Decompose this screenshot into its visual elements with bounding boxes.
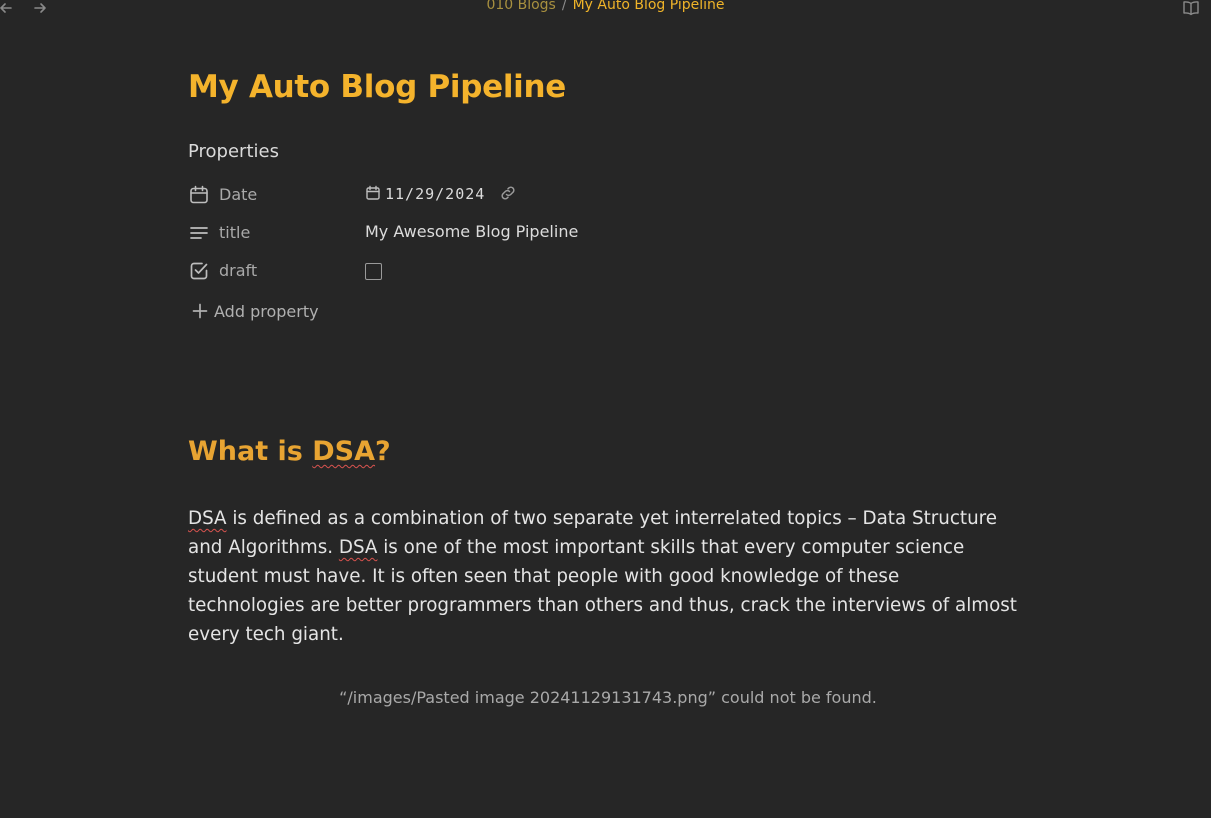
draft-checkbox[interactable]: [365, 263, 382, 280]
heading-term-spellcheck: DSA: [312, 436, 376, 467]
breadcrumb-current: My Auto Blog Pipeline: [572, 0, 725, 13]
heading-text-prefix: What is: [188, 436, 313, 467]
top-bar: 010 Blogs / My Auto Blog Pipeline: [0, 0, 1211, 20]
property-row-title: title My Awesome Blog Pipeline: [188, 220, 788, 248]
add-property-label: Add property: [214, 302, 319, 321]
body-paragraph[interactable]: DSA is defined as a combination of two s…: [188, 504, 1018, 649]
add-property-button[interactable]: Add property: [190, 301, 319, 321]
plus-icon: [192, 303, 208, 319]
link-icon[interactable]: [499, 184, 517, 202]
property-key-date[interactable]: Date: [219, 185, 257, 204]
reading-view-book-icon[interactable]: [1181, 0, 1201, 18]
text-lines-icon: [188, 222, 210, 244]
property-row-date: Date 11/29/2024: [188, 182, 788, 210]
paragraph-term-spellcheck-2: DSA: [338, 537, 378, 558]
property-value-title[interactable]: My Awesome Blog Pipeline: [365, 222, 578, 241]
date-picker-calendar-icon[interactable]: [365, 185, 381, 201]
checkbox-icon: [188, 260, 210, 282]
property-key-draft[interactable]: draft: [219, 261, 257, 280]
breadcrumb-parent-link[interactable]: 010 Blogs: [486, 0, 555, 13]
missing-image-notice: “/images/Pasted image 20241129131743.png…: [339, 688, 877, 707]
calendar-icon: [188, 184, 210, 206]
date-text: 11/29/2024: [385, 185, 486, 203]
page-title[interactable]: My Auto Blog Pipeline: [188, 69, 566, 105]
properties-heading[interactable]: Properties: [188, 141, 279, 162]
paragraph-term-spellcheck: DSA: [188, 508, 227, 529]
breadcrumb: 010 Blogs / My Auto Blog Pipeline: [0, 0, 1211, 13]
property-key-title[interactable]: title: [219, 223, 250, 242]
heading-text-suffix: ?: [375, 436, 391, 467]
section-heading[interactable]: What is DSA?: [188, 436, 391, 467]
property-value-date[interactable]: 11/29/2024: [365, 184, 517, 203]
property-row-draft: draft: [188, 258, 788, 286]
breadcrumb-separator: /: [561, 0, 567, 13]
